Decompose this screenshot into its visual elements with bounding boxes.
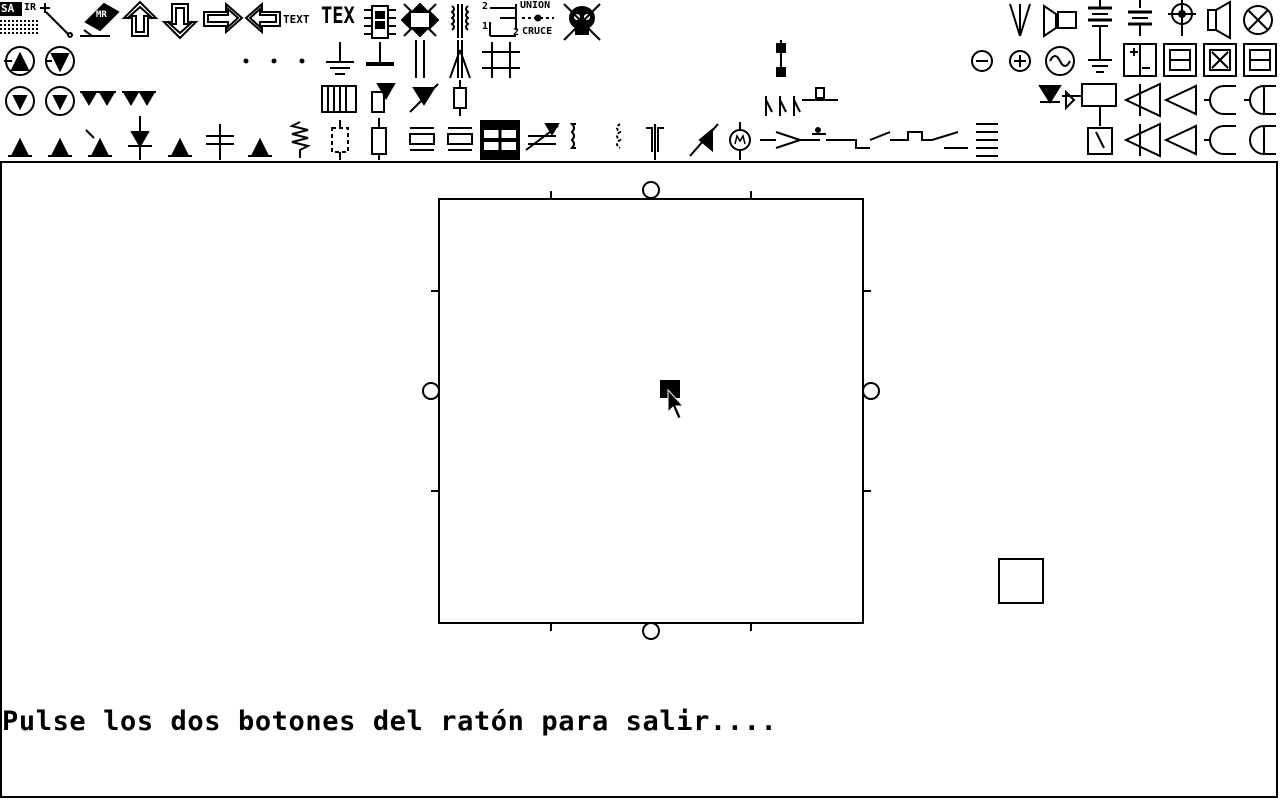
canvas-graphics xyxy=(422,181,1044,640)
top-handle[interactable] xyxy=(642,181,660,199)
mouse-cursor-icon xyxy=(660,380,685,420)
small-box[interactable] xyxy=(998,558,1044,604)
status-message: Pulse los dos botones del ratón para sal… xyxy=(2,706,778,737)
left-handle[interactable] xyxy=(422,382,440,400)
bottom-handle[interactable] xyxy=(642,622,660,640)
selection-ticks xyxy=(431,191,871,631)
right-handle[interactable] xyxy=(862,382,880,400)
selection-box[interactable] xyxy=(438,198,864,624)
